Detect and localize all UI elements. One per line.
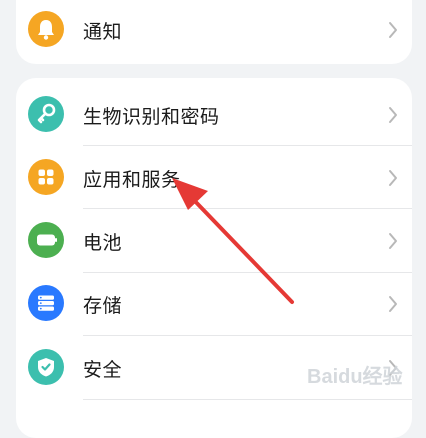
settings-item-notifications[interactable]: 通知 (16, 0, 412, 62)
chevron-right-icon (389, 107, 397, 123)
settings-item-apps-services[interactable]: 应用和服务 (16, 146, 412, 209)
key-icon (28, 96, 64, 132)
shield-check-icon (28, 349, 64, 385)
chevron-right-icon (389, 170, 397, 186)
divider (83, 399, 412, 400)
settings-item-label: 通知 (83, 21, 123, 43)
bell-icon (28, 11, 64, 47)
battery-icon (28, 222, 64, 258)
settings-item-battery[interactable]: 电池 (16, 209, 412, 272)
chevron-right-icon (389, 22, 397, 38)
settings-item-label: 应用和服务 (83, 169, 181, 191)
settings-item-label: 存储 (83, 295, 123, 317)
settings-item-storage[interactable]: 存储 (16, 273, 412, 336)
settings-item-label: 安全 (83, 359, 123, 381)
storage-icon (28, 285, 64, 321)
chevron-right-icon (389, 233, 397, 249)
settings-item-label: 生物识别和密码 (83, 106, 220, 128)
settings-item-biometrics-password[interactable]: 生物识别和密码 (16, 83, 412, 146)
apps-grid-icon (28, 159, 64, 195)
settings-group-top: 通知 (16, 0, 412, 64)
settings-item-label: 电池 (83, 232, 123, 254)
chevron-right-icon (389, 296, 397, 312)
watermark-text: Baidu经验 (307, 364, 403, 388)
baidu-watermark-logo: Baidu经验 (305, 356, 415, 396)
